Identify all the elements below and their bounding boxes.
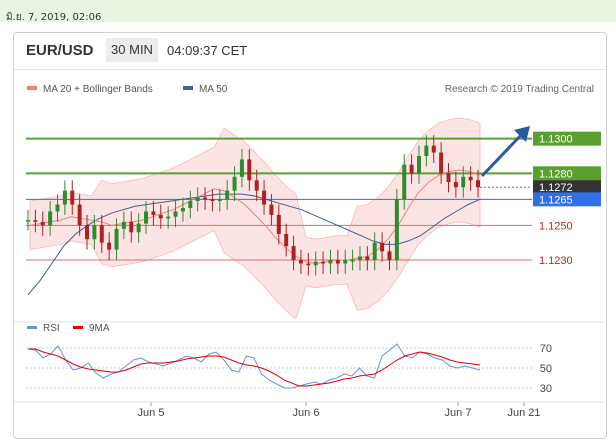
rsi-tick-0: 70 (540, 343, 552, 355)
candle-body-5 (62, 190, 67, 205)
candle-body-47 (372, 242, 377, 260)
candle-body-38 (306, 263, 311, 266)
candle-body-33 (269, 204, 274, 215)
candle-body-31 (254, 180, 259, 191)
rsi-legend-swatch (27, 326, 37, 329)
rsi-ma-legend-label: 9MA (89, 323, 110, 334)
level-label-0: 1.1300 (539, 134, 573, 146)
candle-body-48 (380, 242, 385, 252)
candle-body-42 (335, 260, 340, 264)
candle-body-54 (424, 145, 429, 156)
candle-body-45 (357, 256, 362, 260)
x-tick-label-1: Jun 6 (293, 407, 320, 419)
candle-body-51 (402, 164, 407, 200)
rsi-tick-2: 30 (540, 383, 552, 395)
credit-text: Research © 2019 Trading Central (445, 84, 594, 95)
candle-body-40 (321, 261, 326, 264)
candle-body-17 (151, 211, 156, 215)
candle-body-11 (107, 242, 112, 250)
rsi-legend-label: RSI (43, 323, 60, 334)
rsi-tick-1: 50 (540, 363, 552, 375)
candle-body-52 (409, 164, 414, 174)
candle-body-10 (99, 225, 104, 243)
candle-body-58 (453, 182, 458, 188)
x-tick-label-2: Jun 7 (445, 407, 472, 419)
level-label-5: 1.1230 (539, 255, 573, 267)
candle-body-13 (121, 221, 126, 229)
candle-body-23 (195, 197, 200, 202)
candle-body-57 (446, 173, 451, 182)
x-tick-label-0: Jun 5 (138, 407, 165, 419)
candle-body-18 (158, 214, 163, 219)
candle-body-26 (217, 199, 222, 202)
level-label-1: 1.1280 (539, 168, 573, 180)
ma50-legend-swatch (183, 86, 193, 90)
price-chart-svg: MA 20 + Bollinger Bands MA 50 Research © 2… (14, 84, 605, 419)
candle-body-39 (313, 261, 318, 266)
rsi-series-1 (28, 348, 481, 387)
candle-body-24 (203, 197, 208, 200)
candle-body-29 (239, 159, 244, 177)
candle-body-20 (173, 211, 178, 217)
ma20-legend-swatch (27, 86, 37, 90)
candle-body-60 (468, 176, 473, 181)
candle-body-27 (225, 190, 230, 200)
ma20-legend-label: MA 20 + Bollinger Bands (43, 84, 153, 95)
candle-body-21 (180, 208, 185, 212)
candle-body-34 (276, 214, 281, 234)
candle-body-7 (77, 204, 82, 226)
candle-body-50 (394, 199, 399, 260)
candle-body-36 (291, 246, 296, 260)
candle-body-0 (26, 220, 30, 222)
candle-body-43 (343, 260, 348, 264)
candle-body-49 (387, 251, 392, 260)
candle-body-41 (328, 260, 333, 264)
candle-body-14 (129, 221, 134, 233)
candle-body-37 (298, 260, 303, 264)
bollinger-band (29, 117, 481, 320)
candle-body-12 (114, 228, 119, 250)
candle-body-28 (232, 176, 237, 191)
candle-body-4 (55, 204, 60, 212)
candle-body-32 (262, 190, 267, 205)
candle-body-2 (40, 221, 45, 226)
candle-body-16 (144, 211, 149, 224)
rsi-ma-legend-swatch (73, 326, 83, 329)
candle-body-22 (188, 201, 193, 208)
candle-body-6 (70, 190, 75, 205)
candle-body-8 (85, 225, 90, 240)
candle-body-35 (284, 234, 289, 247)
ma50-legend-label: MA 50 (199, 84, 228, 95)
candle-body-1 (33, 220, 38, 222)
candle-body-56 (439, 152, 444, 174)
candle-body-25 (210, 199, 215, 202)
level-label-3: 1.1265 (539, 194, 573, 206)
candle-body-30 (247, 159, 252, 181)
level-label-4: 1.1250 (539, 220, 573, 232)
x-tick-label-3: Jun 21 (507, 407, 540, 419)
candle-body-59 (461, 176, 466, 188)
candle-body-9 (92, 225, 97, 240)
candle-body-44 (350, 260, 355, 262)
candle-body-53 (416, 156, 421, 174)
candle-body-55 (431, 145, 436, 153)
candle-body-61 (476, 180, 480, 188)
candle-body-15 (136, 223, 141, 233)
candle-body-3 (48, 211, 53, 226)
candle-body-46 (365, 256, 370, 260)
candle-body-19 (166, 216, 171, 219)
